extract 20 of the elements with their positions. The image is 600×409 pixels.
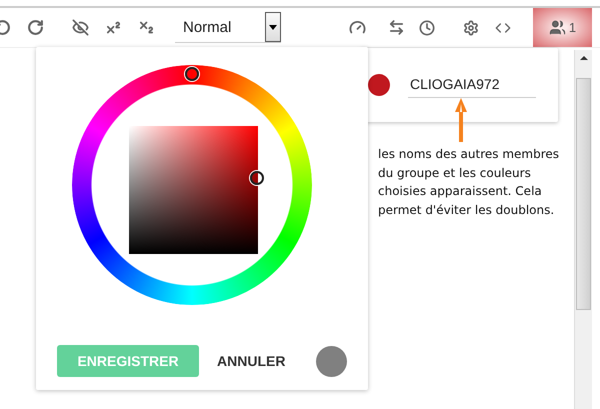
eye-off-icon[interactable] xyxy=(72,19,89,36)
color-handle[interactable] xyxy=(250,171,264,185)
scrollbar[interactable] xyxy=(574,50,592,409)
format-select[interactable]: Normal xyxy=(175,12,281,43)
note-text: les noms des autres membres du groupe et les couleurs choisies apparaissent. Cela permet d'éviter les doublons. xyxy=(378,146,560,218)
swap-icon[interactable] xyxy=(388,19,405,36)
subscript-icon[interactable] xyxy=(138,19,155,36)
clock-icon[interactable] xyxy=(419,20,435,36)
users-button[interactable]: 1 xyxy=(533,8,592,47)
hue-handle[interactable] xyxy=(185,67,199,81)
settings-icon[interactable] xyxy=(463,20,479,36)
cancel-button[interactable]: ANNULER xyxy=(217,353,286,369)
superscript-icon[interactable] xyxy=(105,19,122,36)
name-field[interactable]: CLIOGAIA972 xyxy=(408,72,536,98)
caret-icon[interactable] xyxy=(265,12,281,42)
saturation-square[interactable] xyxy=(129,126,258,254)
gauge-icon[interactable] xyxy=(349,19,366,36)
users-icon xyxy=(548,19,566,36)
redo-icon[interactable] xyxy=(27,19,44,36)
color-preview xyxy=(316,346,347,376)
